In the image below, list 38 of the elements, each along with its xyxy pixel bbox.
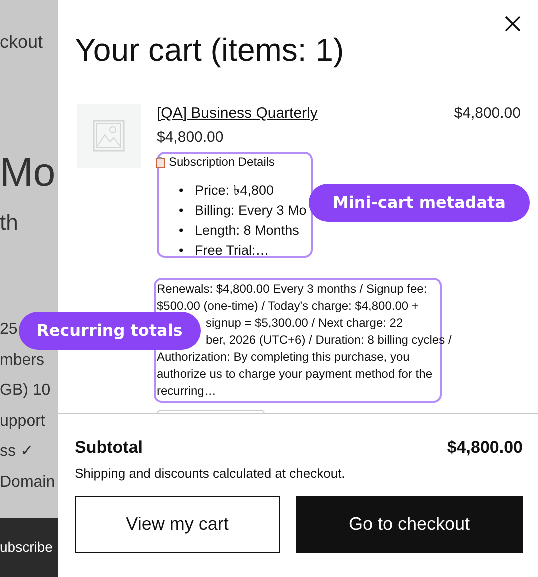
subtotal-label: Subtotal [75,438,143,458]
totals-line: Authorization: By completing this purchase, you [157,349,410,366]
bullet: • [179,222,185,240]
detail-item: Length: 8 Months [195,222,300,240]
product-link[interactable]: [QA] Business Quarterly [157,105,318,122]
line-total: $4,800.00 [454,105,521,122]
nav-link[interactable]: ckout [0,32,58,53]
image-icon [93,120,125,152]
totals-line: authorize us to charge your payment method for the [157,366,432,383]
cart-title: Your cart (items: 1) [75,31,344,69]
feature-text: GB) 10 [0,381,52,401]
close-icon[interactable] [505,16,521,32]
checkout-note: Shipping and discounts calculated at checkout. [75,466,346,481]
subtotal-value: $4,800.00 [447,438,523,458]
detail-item: Price: ৳4,800 [195,182,274,200]
totals-line: Renewals: $4,800.00 Every 3 months / Signup fee: [157,281,428,298]
feature-text: ss ✓ [0,442,34,462]
feature-text: mbers [0,350,46,370]
feature-text: Domain [0,472,56,492]
view-cart-button[interactable]: View my cart [75,496,280,553]
detail-item: Free Trial:… [195,242,270,260]
bullet: • [179,242,185,260]
checkout-button[interactable]: Go to checkout [296,496,523,553]
subscription-label: Subscription Details [169,155,276,169]
bullet: • [179,202,185,220]
unit-price: $4,800.00 [157,129,225,146]
annotation-label: Recurring totals [19,312,201,350]
annotation-label: Mini-cart metadata [309,184,530,222]
feature-text: upport [0,412,46,432]
totals-line: recurring… [157,383,216,400]
page-heading: Mo [0,150,57,196]
detail-item: Billing: Every 3 Mo [195,202,307,220]
bullet: • [179,182,185,200]
clipboard-icon [156,156,165,168]
page-subheading: th [0,210,20,236]
subscribe-button[interactable]: ubscribe [0,518,58,577]
totals-line: $500.00 (one-time) / Today's charge: $4,800.00 + [157,298,419,315]
totals-line: ber, 2026 (UTC+6) / Duration: 8 billing cycles / [205,332,452,349]
